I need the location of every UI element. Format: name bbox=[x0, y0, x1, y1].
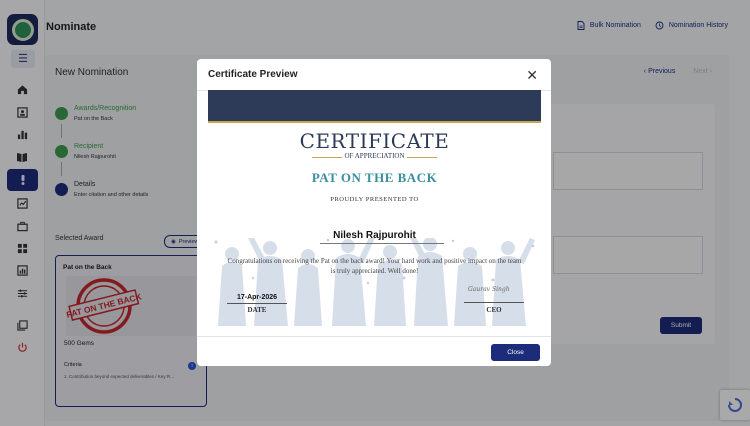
certificate-presented-to: PROUDLY PRESENTED TO bbox=[330, 196, 419, 203]
certificate-award-name: PAT ON THE BACK bbox=[311, 170, 438, 185]
certificate-subheading: OF APPRECIATION bbox=[344, 152, 405, 160]
certificate-date: 17-Apr-2026 bbox=[236, 294, 278, 301]
certificate-signer-label: CEO bbox=[486, 306, 502, 314]
signature: Gaurav Singh bbox=[468, 286, 510, 293]
certificate-header-band bbox=[208, 90, 541, 123]
certificate: CERTIFICATE OF APPRECIATION PAT ON THE B… bbox=[208, 90, 541, 326]
close-icon[interactable]: ✕ bbox=[526, 67, 538, 84]
modal-title: Certificate Preview bbox=[208, 69, 298, 80]
certificate-date-label: DATE bbox=[247, 306, 267, 314]
certificate-message: Congratulations on receiving the Pat on … bbox=[227, 257, 522, 275]
close-button[interactable]: Close bbox=[491, 344, 540, 361]
certificate-heading: CERTIFICATE bbox=[299, 129, 450, 153]
certificate-preview-modal: Certificate Preview ✕ CERTIFICATE OF APP… bbox=[197, 59, 551, 366]
certificate-recipient: Nilesh Rajpurohit bbox=[333, 230, 416, 241]
